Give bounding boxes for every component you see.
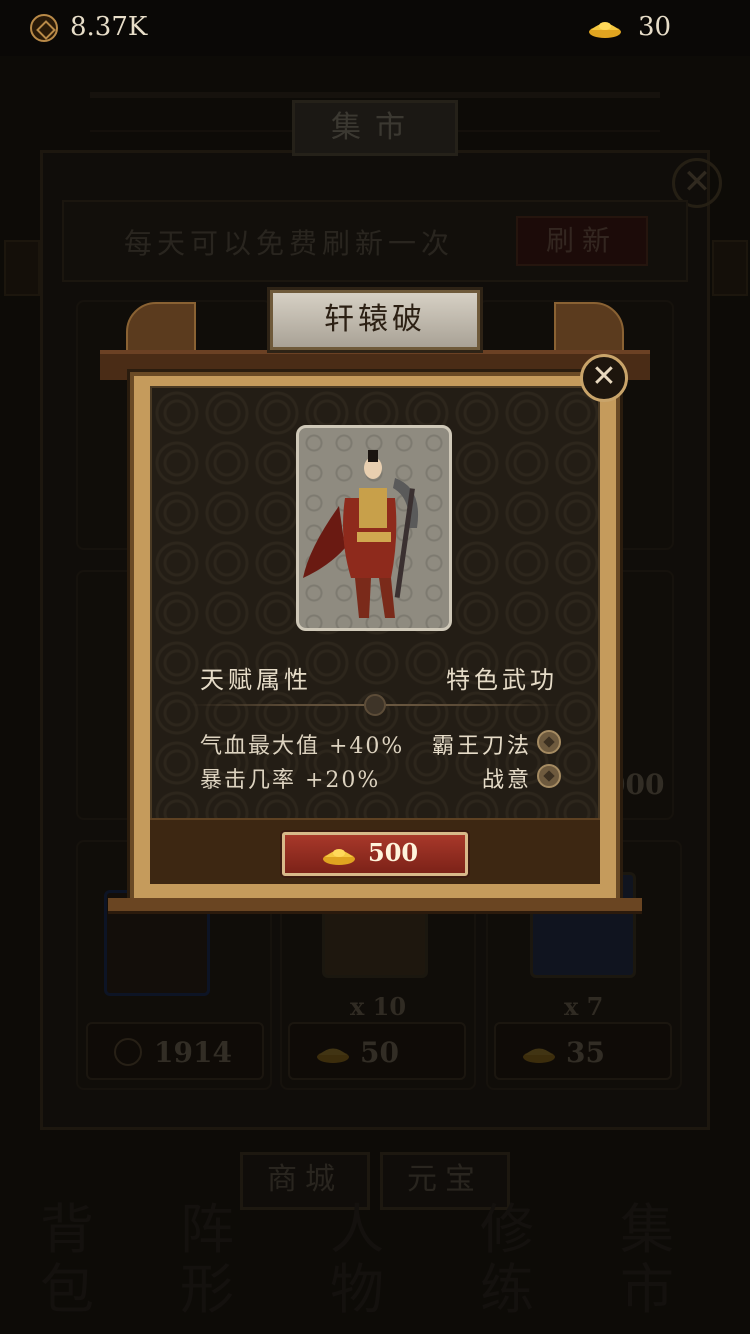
stat-crit: 暴击几率 +20% [200,768,381,793]
stat-hp: 气血最大值 +40% [200,734,405,759]
popup-foot [108,898,642,914]
hero-portrait [303,450,419,618]
ingot-balance: 30 [638,12,672,42]
skills-header: 特色武功 [446,666,558,694]
coin-balance: 8.37K [70,12,148,42]
currency-bar: 8.37K 30 [0,0,750,56]
skill-item[interactable]: 霸王刀法 [420,728,532,760]
popup-eave-left [126,302,196,354]
hero-card [296,425,452,631]
close-icon[interactable]: ✕ [580,354,628,402]
divider-knob [364,694,386,716]
coin-icon [30,14,58,42]
skill-info-icon[interactable] [537,730,561,754]
hero-name: 轩辕破 [270,290,480,350]
buy-price: 500 [368,838,419,867]
skill-info-icon[interactable] [537,764,561,788]
talent-header: 天赋属性 [200,666,312,694]
popup-eave-right [554,302,624,354]
skill-item[interactable]: 战意 [420,762,532,794]
gold-ingot-icon [589,22,621,38]
gold-ingot-icon [323,849,355,865]
